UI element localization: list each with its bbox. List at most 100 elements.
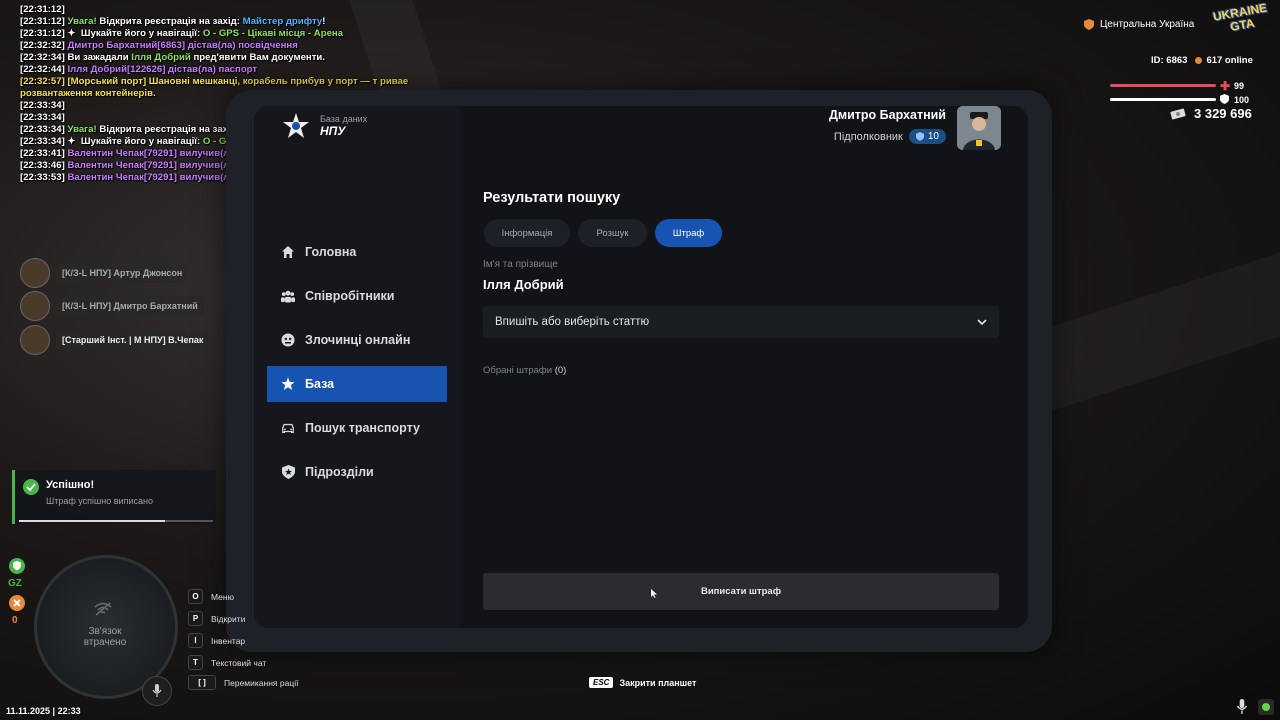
no-signal-icon [94, 602, 112, 616]
brand-name: НПУ [320, 124, 346, 138]
chat-segment: [22:31:12] [20, 28, 68, 39]
key-cap: [ ] [188, 675, 216, 690]
chat-segment: Дмитро Бархатний[6863] дістав(ла) посвід… [67, 40, 298, 51]
notification-text: Штраф успішно виписано [46, 496, 153, 506]
criminal-icon [281, 333, 295, 347]
user-rank: Підполковник [833, 130, 903, 143]
armor-value: 100 [1234, 95, 1250, 105]
chat-line: [22:31:12] ✦ Шукайте його у навігації: O… [20, 28, 420, 40]
player-id: ID: 6863 [1151, 55, 1188, 66]
key-hint: P Відкрити [188, 611, 245, 626]
esc-key: ESC [589, 677, 614, 688]
microphone-icon [152, 684, 162, 697]
player-label: [К/З-L НПУ] Дмитро Бархатний [56, 296, 204, 316]
key-cap: I [188, 633, 203, 648]
content-title: Результати пошуку [483, 190, 621, 206]
sidebar-item-shield[interactable]: Підрозділи [267, 454, 447, 490]
article-select-placeholder: Впишіть або виберіть статтю [495, 316, 650, 328]
key-hint: O Меню [188, 589, 234, 604]
player-avatar [20, 325, 50, 355]
chat-segment: [22:32:34] [20, 52, 68, 63]
success-notification: Успішно! Штраф успішно виписано [12, 470, 216, 524]
chevron-down-icon [977, 319, 987, 325]
tab-wanted[interactable]: Розшук [578, 219, 647, 247]
sidebar-item-car[interactable]: Пошук транспорту [267, 410, 447, 446]
chat-segment: [22:31:12] [20, 16, 68, 27]
cash-icon [1170, 108, 1186, 119]
key-cap: T [188, 655, 203, 670]
check-circle-icon [23, 479, 39, 495]
people-icon [281, 289, 295, 303]
chat-segment: [22:32:32] [20, 40, 68, 51]
key-hint-label: Відкрити [211, 613, 246, 624]
gz-cross-icon [9, 595, 25, 611]
chat-segment: пред'явити Вам документи. [190, 52, 325, 63]
user-name: Дмитро Бархатний [828, 108, 946, 122]
region-shield-icon [1084, 19, 1094, 30]
key-hint-label: Текстовий чат [211, 657, 267, 668]
chat-segment: ✦ Шукайте його у навігації: [67, 28, 203, 39]
player-id-online: ID: 6863 617 online [1151, 55, 1253, 66]
sidebar-item-label: Співробітники [305, 289, 395, 303]
user-level-badge: 10 [908, 129, 946, 144]
chat-segment: ✦ Шукайте його у навігації: [67, 136, 203, 147]
player-avatar [20, 291, 50, 321]
chat-segment: [22:33:34] [20, 112, 65, 123]
chat-segment: [22:33:34] [20, 100, 65, 111]
nearby-player: [К/З-L НПУ] Дмитро Бархатний [20, 291, 204, 321]
money-display: 3 329 696 [1170, 106, 1252, 121]
armor-bar [1110, 98, 1216, 101]
star-icon [281, 377, 295, 391]
user-avatar [957, 106, 1001, 150]
sidebar-item-home[interactable]: Головна [267, 234, 447, 270]
chosen-fines: Обрані штрафи (0) [483, 365, 566, 376]
chat-segment: [22:33:53] [20, 172, 68, 183]
armor-shield-icon [1220, 94, 1229, 104]
mouse-cursor-icon [651, 589, 657, 598]
region-indicator: Центральна Україна [1084, 19, 1194, 30]
full-name-label: Ім'я та прізвище [483, 259, 558, 270]
region-name: Центральна Україна [1100, 19, 1195, 30]
online-count: 617 online [1206, 55, 1253, 66]
notification-progress [19, 520, 213, 522]
chosen-fines-label: Обрані штрафи [483, 365, 553, 376]
article-select[interactable]: Впишіть або виберіть статтю [483, 306, 999, 338]
health-bar [1110, 84, 1216, 87]
chat-segment: [22:33:46] [20, 160, 68, 171]
key-cap: O [188, 589, 203, 604]
key-hint: I Інвентар [188, 633, 245, 648]
game-logo: UKRAINE GTA [1211, 0, 1269, 34]
date-time: 11.11.2025 | 22:33 [6, 706, 81, 716]
player-label: [К/З-L НПУ] Артур Джонсон [56, 263, 189, 283]
key-hint: T Текстовий чат [188, 655, 266, 670]
chat-segment: Увага! [67, 124, 97, 135]
chat-line: [22:31:12] [20, 4, 420, 16]
voice-mic-button[interactable] [142, 676, 172, 706]
chat-segment: Ілля Добрий[122626] дістав(ла) паспорт [67, 64, 258, 75]
chat-segment: [22:31:12] [20, 4, 68, 15]
npu-database-brand: База даних НПУ [282, 112, 367, 140]
chat-segment: [22:33:34] [20, 124, 68, 135]
sidebar-item-label: Злочинці онлайн [305, 333, 411, 347]
sidebar-item-criminal[interactable]: Злочинці онлайн [267, 322, 447, 358]
issue-fine-button[interactable]: Виписати штраф [483, 573, 999, 610]
player-label: [Старший Інст. | М НПУ] В.Чепак [56, 330, 210, 350]
full-name-value: Ілля Добрий [483, 277, 564, 292]
close-tablet-hint[interactable]: ESC Закрити планшет [589, 677, 696, 688]
key-hint-label: Меню [211, 591, 234, 602]
sidebar-item-label: Пошук транспорту [305, 421, 420, 435]
player-avatar [20, 258, 50, 288]
health-value: 99 [1234, 81, 1245, 91]
sidebar-item-label: База [305, 377, 335, 391]
sidebar-item-people[interactable]: Співробітники [267, 278, 447, 314]
sidebar-item-star[interactable]: База [267, 366, 447, 402]
chat-segment: Відкрита реєстрація на захід: [96, 16, 243, 27]
current-user: Дмитро Бархатний Підполковник 10 [790, 108, 946, 144]
gz-label: GZ [8, 578, 22, 589]
tab-fine[interactable]: Штраф [655, 219, 722, 247]
map-status: Зв'язок втрачено [83, 626, 127, 648]
tab-info[interactable]: Інформація [484, 219, 570, 247]
nearby-player: [Старший Інст. | М НПУ] В.Чепак [20, 325, 210, 355]
gz-shield-icon [9, 558, 25, 574]
microphone-status-icon [1236, 699, 1248, 714]
